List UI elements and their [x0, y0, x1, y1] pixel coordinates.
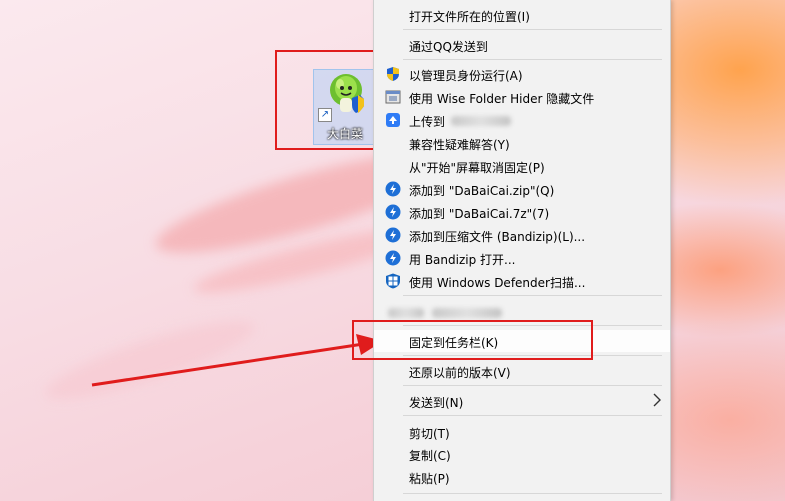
menu-item-add-to-zip[interactable]: 添加到 "DaBaiCai.zip"(Q)	[374, 178, 670, 200]
menu-item-open-file-location[interactable]: 打开文件所在的位置(I)	[374, 4, 670, 26]
wise-folder-hider-icon	[385, 90, 401, 104]
redacted-text	[388, 308, 424, 318]
menu-item-open-with-bandizip[interactable]: 用 Bandizip 打开...	[374, 247, 670, 269]
annotation-box-pin-to-taskbar	[352, 320, 593, 360]
bandizip-icon	[385, 250, 401, 266]
menu-item-run-as-admin[interactable]: 以管理员身份运行(A)	[374, 63, 670, 85]
menu-item-compatibility-troubleshoot[interactable]: 兼容性疑难解答(Y)	[374, 132, 670, 154]
menu-item-paste[interactable]: 粘贴(P)	[374, 466, 670, 488]
menu-item-defender-scan[interactable]: 使用 Windows Defender扫描...	[374, 270, 670, 292]
bandizip-icon	[385, 204, 401, 220]
bandizip-icon	[385, 227, 401, 243]
menu-item-wise-folder-hider[interactable]: 使用 Wise Folder Hider 隐藏文件	[374, 86, 670, 108]
menu-separator	[403, 295, 662, 296]
wallpaper-streak	[39, 306, 261, 414]
menu-item-restore-previous-versions[interactable]: 还原以前的版本(V)	[374, 360, 670, 382]
desktop-wallpaper: ↗ 大白菜 打开文件所在的位置(I) 通过QQ发送到 以管理员身份运行(A) 使…	[0, 0, 785, 501]
menu-item-upload-to[interactable]: 上传到	[374, 109, 670, 131]
menu-item-copy[interactable]: 复制(C)	[374, 443, 670, 465]
menu-separator	[403, 493, 662, 494]
menu-separator	[403, 385, 662, 386]
menu-item-add-to-archive-bandizip[interactable]: 添加到压缩文件 (Bandizip)(L)...	[374, 224, 670, 246]
menu-separator	[403, 59, 662, 60]
redacted-text	[432, 308, 502, 318]
uac-shield-icon	[387, 67, 399, 81]
menu-item-cut[interactable]: 剪切(T)	[374, 421, 670, 443]
menu-separator	[403, 29, 662, 30]
menu-item-send-to[interactable]: 发送到(N)	[374, 390, 670, 412]
windows-defender-icon	[386, 273, 400, 289]
menu-item-add-to-7z[interactable]: 添加到 "DaBaiCai.7z"(7)	[374, 201, 670, 223]
cloud-upload-icon	[386, 113, 400, 127]
redacted-text	[451, 116, 511, 126]
context-menu: 打开文件所在的位置(I) 通过QQ发送到 以管理员身份运行(A) 使用 Wise…	[373, 0, 671, 501]
menu-item-send-via-qq[interactable]: 通过QQ发送到	[374, 34, 670, 56]
menu-separator	[403, 415, 662, 416]
bandizip-icon	[385, 181, 401, 197]
menu-item-unpin-from-start[interactable]: 从"开始"屏幕取消固定(P)	[374, 155, 670, 177]
chevron-right-icon	[653, 393, 661, 407]
